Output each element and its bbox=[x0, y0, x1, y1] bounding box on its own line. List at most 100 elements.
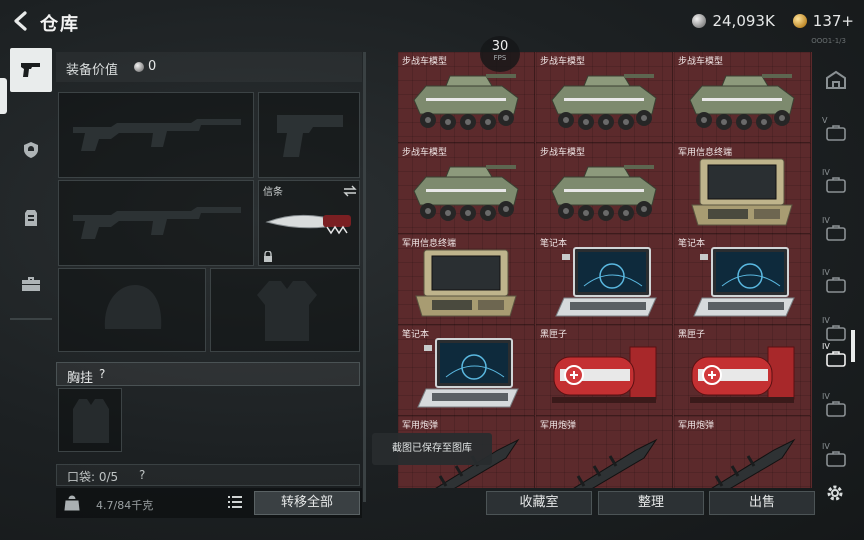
inventory-item[interactable]: 军用炮弹 bbox=[536, 416, 673, 488]
gold-balance[interactable]: 137+ bbox=[813, 12, 854, 30]
transfer-all-button[interactable]: 转移全部 bbox=[254, 491, 360, 515]
silver-coin-icon bbox=[692, 14, 707, 28]
chest-rig-help-icon[interactable]: ? bbox=[99, 367, 105, 381]
collection-button[interactable]: 收藏室 bbox=[486, 491, 592, 515]
inventory-item[interactable]: 军用信息终端 bbox=[674, 143, 811, 234]
inventory-item-name: 黑匣子 bbox=[678, 330, 706, 340]
helmet-slot[interactable] bbox=[58, 268, 206, 352]
inventory-item-name: 笔记本 bbox=[402, 330, 430, 340]
container-tab[interactable]: IV bbox=[818, 436, 854, 476]
equipment-scrollbar[interactable] bbox=[363, 52, 366, 502]
primary-weapon-slot[interactable] bbox=[58, 92, 254, 178]
equipment-value-label: 装备价值 bbox=[66, 63, 119, 78]
inventory-item[interactable]: 黑匣子 bbox=[536, 325, 673, 416]
nav-rig[interactable] bbox=[10, 196, 52, 240]
laptop-icon bbox=[555, 247, 657, 317]
laptop-icon bbox=[693, 247, 795, 317]
weight-icon bbox=[64, 495, 80, 511]
military-terminal-icon bbox=[415, 249, 517, 317]
secondary-weapon-slot[interactable] bbox=[58, 180, 254, 266]
armor-slot[interactable] bbox=[210, 268, 360, 352]
nav-armor[interactable] bbox=[10, 128, 52, 172]
sort-button[interactable]: 整理 bbox=[598, 491, 704, 515]
knife-slot-label: 信条 bbox=[263, 187, 283, 198]
helmet-silhouette-icon bbox=[104, 285, 162, 329]
container-level: IV bbox=[822, 392, 830, 401]
container-tab[interactable] bbox=[818, 60, 854, 100]
inventory-grid: 步战车模型 步战车模型 步战车模型 步战车模型 步战车模型 军用信息终端 军用信息终端 笔记本… bbox=[398, 52, 812, 488]
container-tab[interactable]: IV bbox=[818, 210, 854, 250]
rifle-silhouette-icon bbox=[73, 119, 241, 151]
silver-coin-icon bbox=[134, 61, 144, 72]
equipment-value: 0 bbox=[134, 59, 156, 74]
container-tab[interactable]: V bbox=[818, 110, 854, 150]
briefcase-icon bbox=[22, 277, 40, 291]
inventory-item-name: 军用炮弹 bbox=[678, 421, 715, 431]
container-tab[interactable]: IV bbox=[818, 336, 854, 376]
home-icon bbox=[826, 70, 846, 89]
nav-active-indicator bbox=[0, 78, 7, 114]
gold-coin-icon bbox=[792, 14, 807, 28]
inventory-item-name: 军用信息终端 bbox=[402, 239, 457, 249]
laptop-icon bbox=[417, 338, 519, 408]
equipment-value-amount: 0 bbox=[148, 59, 157, 74]
nav-divider bbox=[10, 318, 52, 320]
black-box-icon bbox=[690, 346, 795, 403]
inventory-item[interactable]: 步战车模型 bbox=[398, 143, 535, 234]
silver-balance: 24,093K bbox=[712, 12, 775, 30]
nav-bag[interactable] bbox=[10, 262, 52, 306]
inventory-item[interactable]: 步战车模型 bbox=[536, 143, 673, 234]
melee-slot[interactable]: 信条 bbox=[258, 180, 360, 266]
military-terminal-icon bbox=[691, 158, 793, 226]
back-arrow-icon[interactable] bbox=[10, 10, 32, 32]
inventory-item[interactable]: 军用炮弹 bbox=[674, 416, 811, 488]
corner-id-text: ООО1-1/3 bbox=[811, 37, 846, 45]
chest-rig-slot[interactable] bbox=[58, 388, 122, 452]
equipment-panel: 装备价值 0 信条 胸挂 ? 口袋: 0/5 ? bbox=[56, 52, 362, 492]
list-icon[interactable] bbox=[228, 496, 242, 508]
equipment-value-header: 装备价值 0 bbox=[56, 52, 362, 82]
screenshot-saved-toast: 截图已保存至图库 bbox=[372, 433, 492, 465]
inventory-item[interactable]: 笔记本 bbox=[674, 234, 811, 325]
fps-counter: 30 FPS bbox=[480, 36, 520, 72]
inventory-item-name: 笔记本 bbox=[540, 239, 568, 249]
container-tab[interactable]: IV bbox=[818, 386, 854, 426]
inventory-item[interactable]: 黑匣子 bbox=[674, 325, 811, 416]
inventory-item[interactable]: 笔记本 bbox=[536, 234, 673, 325]
case-icon bbox=[826, 451, 846, 467]
inventory-item[interactable]: 军用信息终端 bbox=[398, 234, 535, 325]
action-bar: 收藏室 整理 出售 bbox=[398, 488, 815, 518]
swap-icon[interactable] bbox=[343, 185, 357, 197]
inventory-item-name: 步战车模型 bbox=[540, 57, 586, 67]
nav-weapons[interactable] bbox=[10, 48, 52, 92]
inventory-item[interactable]: 步战车模型 bbox=[674, 52, 811, 143]
rig-silhouette-icon bbox=[73, 399, 109, 443]
case-icon bbox=[826, 277, 846, 293]
inventory-item-name: 步战车模型 bbox=[678, 57, 724, 67]
inventory-item-name: 步战车模型 bbox=[402, 57, 448, 67]
inventory-item[interactable]: 笔记本 bbox=[398, 325, 535, 416]
ifv-model-icon bbox=[551, 74, 657, 130]
sell-button[interactable]: 出售 bbox=[709, 491, 815, 515]
case-icon bbox=[826, 125, 846, 141]
inventory-item[interactable]: 步战车模型 bbox=[536, 52, 673, 143]
ifv-model-icon bbox=[413, 74, 519, 130]
knife-icon bbox=[265, 214, 351, 235]
inventory-item-name: 军用炮弹 bbox=[402, 421, 439, 431]
chest-rig-label: 胸挂 bbox=[67, 371, 94, 386]
container-level: IV bbox=[822, 168, 830, 177]
case-icon bbox=[826, 351, 846, 367]
artillery-shell-icon bbox=[573, 438, 658, 488]
rifle-silhouette-icon bbox=[73, 207, 241, 239]
inventory-item-name: 军用炮弹 bbox=[540, 421, 577, 431]
container-level: IV bbox=[822, 316, 830, 325]
container-tab[interactable]: IV bbox=[818, 162, 854, 202]
pocket-help-icon[interactable]: ? bbox=[139, 468, 145, 482]
container-level: V bbox=[822, 116, 828, 125]
ifv-model-icon bbox=[551, 165, 657, 221]
ifv-model-icon bbox=[413, 165, 519, 221]
gear-icon[interactable] bbox=[825, 483, 845, 503]
container-tab[interactable]: IV bbox=[818, 262, 854, 302]
pistol-slot[interactable] bbox=[258, 92, 360, 178]
container-level: IV bbox=[822, 342, 830, 351]
